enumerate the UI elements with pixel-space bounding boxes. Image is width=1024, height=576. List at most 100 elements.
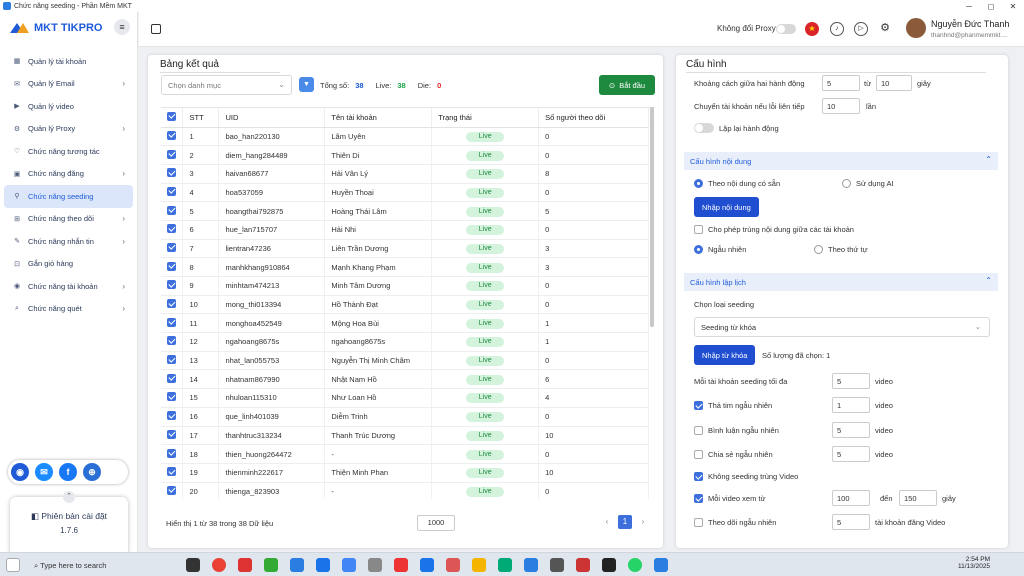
select-all-checkbox[interactable] — [167, 111, 176, 121]
sidebar-item[interactable]: ✎ Chức năng nhắn tin › — [4, 230, 133, 253]
content-opt1-radio[interactable] — [694, 179, 703, 188]
app-icon-3[interactable] — [264, 558, 278, 572]
mkt-icon[interactable]: ◉ — [11, 463, 29, 481]
app-icon-8[interactable] — [394, 558, 408, 572]
filter-button[interactable]: ▼ — [299, 77, 314, 92]
content-opt2-radio[interactable] — [842, 179, 851, 188]
sidebar-toggle-icon[interactable] — [151, 24, 161, 34]
table-row[interactable]: 16 que_linh401039 Diễm Trinh Live 0 — [161, 407, 649, 427]
row-checkbox[interactable] — [167, 336, 176, 346]
column-header[interactable]: Trạng thái — [431, 108, 540, 128]
app-icon-11[interactable] — [498, 558, 512, 572]
sidebar-item[interactable]: ⚲ Chức năng seeding — [4, 185, 133, 208]
app-icon-10[interactable] — [446, 558, 460, 572]
task-view-icon[interactable] — [186, 558, 200, 572]
sidebar-item[interactable]: ⊞ Chức năng theo dõi › — [4, 208, 133, 231]
current-page[interactable]: 1 — [618, 515, 632, 529]
row-checkbox[interactable] — [167, 149, 176, 159]
app-icon-4[interactable] — [290, 558, 304, 572]
prev-page-button[interactable]: ‹ — [600, 515, 614, 529]
table-row[interactable]: 8 manhkhang910864 Mạnh Khang Phạm Live 3 — [161, 257, 649, 277]
avatar[interactable] — [906, 18, 926, 38]
table-row[interactable]: 14 nhatnam867990 Nhật Nam Hồ Live 6 — [161, 369, 649, 390]
page-size-input[interactable]: 1000 — [417, 515, 455, 531]
content-section-header[interactable]: Cấu hình nội dung ⌃ — [684, 152, 998, 170]
facebook-icon[interactable]: f — [59, 463, 77, 481]
sidebar-item[interactable]: ⚙ Quản lý Proxy › — [4, 118, 133, 141]
minimize-button[interactable]: ─ — [958, 0, 980, 12]
app-icon-16[interactable] — [654, 558, 668, 572]
row-checkbox[interactable] — [167, 205, 176, 215]
globe-icon[interactable]: ⊕ — [83, 463, 101, 481]
vietnam-flag-icon[interactable]: ★ — [805, 22, 819, 36]
column-header[interactable]: Số người theo dõi — [538, 108, 649, 128]
row-checkbox[interactable] — [167, 130, 176, 140]
bell-icon[interactable]: ♪ — [830, 22, 844, 36]
repeat-toggle[interactable] — [694, 123, 714, 133]
table-row[interactable]: 17 thanhtruc313234 Thanh Trúc Dương Live 10 — [161, 426, 649, 446]
keyword-button[interactable]: Nhập từ khóa — [694, 345, 756, 365]
folder-icon[interactable] — [472, 558, 486, 572]
close-button[interactable]: ✕ — [1002, 0, 1024, 12]
delay-from-input[interactable]: 5 — [822, 75, 860, 91]
table-row[interactable]: 6 hue_lan715707 Hải Nhi Live 0 — [161, 220, 649, 240]
random-radio[interactable] — [694, 245, 703, 254]
sidebar-item[interactable]: ✉ Quản lý Email › — [4, 73, 133, 96]
column-header[interactable]: STT — [182, 108, 220, 128]
start-button[interactable]: ⊙ Bắt đầu — [599, 75, 655, 95]
app-icon-7[interactable] — [368, 558, 382, 572]
row-checkbox[interactable] — [167, 467, 176, 477]
taskbar-search[interactable]: ⌕ Type here to search — [26, 557, 176, 573]
app-icon-2[interactable] — [238, 558, 252, 572]
proxy-toggle[interactable] — [776, 24, 796, 34]
taskbar-clock[interactable]: 2:54 PM 11/13/2025 — [958, 556, 990, 570]
share-checkbox[interactable] — [694, 450, 703, 459]
app-icon-9[interactable] — [420, 558, 434, 572]
follow-input[interactable]: 5 — [832, 514, 870, 530]
comment-input[interactable]: 5 — [832, 422, 870, 438]
sidebar-item[interactable]: ⌕ Chức năng quét › — [4, 298, 133, 321]
watch-to-input[interactable]: 150 — [899, 490, 937, 506]
messenger-icon[interactable]: ✉ — [35, 463, 53, 481]
schedule-section-header[interactable]: Cấu hình lập lịch ⌃ — [684, 273, 998, 291]
max-input[interactable]: 5 — [832, 373, 870, 389]
app-icon-12[interactable] — [524, 558, 538, 572]
table-row[interactable]: 7 lientran47236 Liên Trần Dương Live 3 — [161, 239, 649, 259]
category-select[interactable]: Chọn danh mục ⌄ — [161, 75, 292, 95]
row-checkbox[interactable] — [167, 411, 176, 421]
whatsapp-icon[interactable] — [628, 558, 642, 572]
row-checkbox[interactable] — [167, 168, 176, 178]
row-checkbox[interactable] — [167, 429, 176, 439]
app-icon-6[interactable] — [342, 558, 356, 572]
nodup-checkbox[interactable] — [694, 472, 703, 481]
input-content-button[interactable]: Nhập nội dung — [694, 197, 759, 217]
table-row[interactable]: 9 minhtam474213 Minh Tâm Dương Live 0 — [161, 276, 649, 296]
gear-icon[interactable]: ⚙ — [878, 22, 892, 36]
row-checkbox[interactable] — [167, 392, 176, 402]
table-row[interactable]: 19 thienminh222617 Thiện Minh Phan Live 10 — [161, 463, 649, 483]
app-icon-14[interactable] — [576, 558, 590, 572]
row-checkbox[interactable] — [167, 242, 176, 252]
table-row[interactable]: 11 monghoa452549 Mộng Hoa Bùi Live 1 — [161, 313, 649, 334]
watch-from-input[interactable]: 100 — [832, 490, 870, 506]
table-row[interactable]: 4 hoa537059 Huyền Thoại Live 0 — [161, 183, 649, 203]
delay-to-input[interactable]: 10 — [876, 75, 912, 91]
app-icon-15[interactable] — [602, 558, 616, 572]
table-row[interactable]: 5 hoangthai792875 Hoàng Thái Lâm Live 5 — [161, 201, 649, 221]
table-row[interactable]: 3 haivan68677 Hải Vân Lý Live 8 — [161, 164, 649, 184]
table-row[interactable]: 2 diem_hang284489 Thiên Di Live 0 — [161, 145, 649, 165]
next-page-button[interactable]: › — [636, 515, 650, 529]
table-row[interactable]: 13 nhat_lan055753 Nguyễn Thị Minh Châm Live… — [161, 351, 649, 371]
sidebar-item[interactable]: ▶ Quản lý video — [4, 95, 133, 118]
allow-dup-checkbox[interactable] — [694, 225, 703, 234]
app-icon-5[interactable] — [316, 558, 330, 572]
sequential-radio[interactable] — [814, 245, 823, 254]
table-row[interactable]: 20 thienga_823903- Live 0 — [161, 482, 649, 499]
sidebar-item[interactable]: ▣ Chức năng đăng › — [4, 163, 133, 186]
play-icon[interactable]: ▷ — [854, 22, 868, 36]
chevron-up-icon[interactable]: ⌃ — [63, 491, 75, 503]
sidebar-item[interactable]: ⊡ Gắn giỏ hàng — [4, 253, 133, 276]
row-checkbox[interactable] — [167, 355, 176, 365]
sidebar-item[interactable]: ▦ Quản lý tài khoản — [4, 50, 133, 73]
row-checkbox[interactable] — [167, 373, 176, 383]
